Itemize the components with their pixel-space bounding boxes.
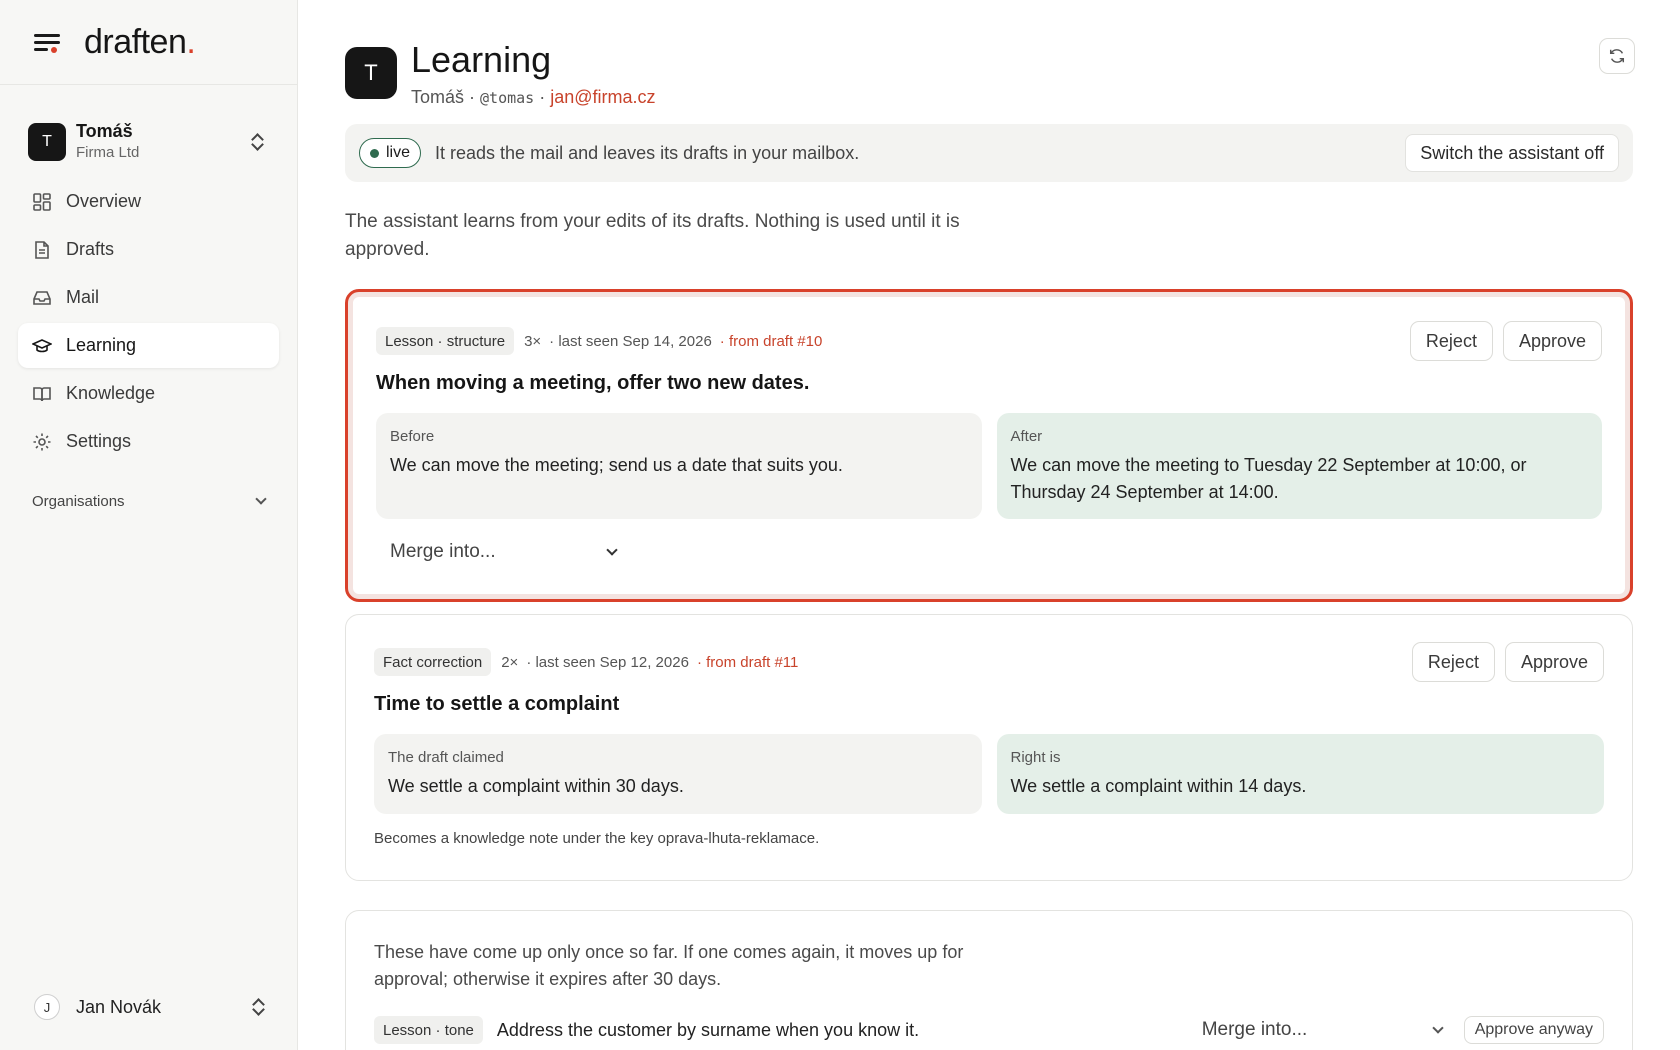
refresh-button[interactable] xyxy=(1599,38,1635,74)
status-text: It reads the mail and leaves its drafts … xyxy=(435,142,860,163)
chevron-up-down-icon xyxy=(247,130,267,154)
assistant-status-bar: live It reads the mail and leaves its dr… xyxy=(345,124,1633,182)
account-avatar: T xyxy=(28,123,66,161)
menu-icon[interactable] xyxy=(34,31,60,53)
chevron-down-icon xyxy=(606,544,618,556)
sidebar: draften. T Tomáš Firma Ltd Overview Draf… xyxy=(0,0,298,1050)
lesson-tag: Lesson · tone xyxy=(374,1016,483,1044)
chevron-down-icon xyxy=(1432,1022,1444,1034)
merge-into-label: Merge into... xyxy=(390,541,496,562)
organisations-label: Organisations xyxy=(32,492,125,510)
separator: · xyxy=(534,87,551,107)
chevron-up-down-icon xyxy=(248,995,268,1019)
logo[interactable]: draften. xyxy=(84,22,196,62)
logo-text: draften xyxy=(84,22,187,61)
reject-button[interactable]: Reject xyxy=(1409,321,1493,361)
main-content: T Learning Tomáš · @tomas · jan@firma.cz… xyxy=(345,0,1635,1050)
graduation-cap-icon xyxy=(32,336,52,356)
account-name: Tomáš xyxy=(76,121,133,141)
sidebar-item-learning[interactable]: Learning xyxy=(18,323,279,368)
draft-claimed-text: We settle a complaint within 30 days. xyxy=(388,776,684,796)
sidebar-item-label: Mail xyxy=(66,287,100,307)
lesson-card: Lesson · structure 3× · last seen Sep 14… xyxy=(345,289,1633,602)
gear-icon xyxy=(32,432,52,452)
right-is-label: Right is xyxy=(1010,749,1061,766)
chevron-down-icon xyxy=(255,493,267,505)
status-badge: live xyxy=(359,138,422,168)
document-icon xyxy=(32,240,52,260)
right-is-panel: Right is We settle a complaint within 14… xyxy=(996,734,1604,814)
brand-bar: draften. xyxy=(0,0,297,85)
sidebar-item-label: Settings xyxy=(66,431,132,451)
occurrence-count: 2× xyxy=(501,653,519,671)
profile-line: Tomáš · @tomas · jan@firma.cz xyxy=(411,86,656,109)
source-draft-link[interactable]: · from draft #11 xyxy=(697,654,798,671)
last-seen: · last seen Sep 14, 2026 xyxy=(549,332,712,350)
inbox-icon xyxy=(32,288,52,308)
after-text: We can move the meeting to Tuesday 22 Se… xyxy=(1010,455,1527,502)
page-header: T Learning Tomáš · @tomas · jan@firma.cz xyxy=(345,40,656,110)
sidebar-item-knowledge[interactable]: Knowledge xyxy=(18,371,279,416)
profile-avatar: T xyxy=(345,47,397,99)
source-draft-link[interactable]: · from draft #10 xyxy=(720,333,823,350)
merge-into-label: Merge into... xyxy=(1201,1019,1308,1040)
merge-into-select[interactable]: Merge into... xyxy=(376,533,636,571)
knowledge-note-text: Becomes a knowledge note under the key o… xyxy=(374,830,820,847)
profile-email[interactable]: jan@firma.cz xyxy=(550,87,655,107)
switch-assistant-off-button[interactable]: Switch the assistant off xyxy=(1405,134,1619,172)
after-panel: After We can move the meeting to Tuesday… xyxy=(996,413,1602,519)
pending-lessons-card: These have come up only once so far. If … xyxy=(345,910,1633,1050)
refresh-icon xyxy=(1609,49,1625,63)
sidebar-item-label: Learning xyxy=(66,335,137,355)
lesson-tag: Fact correction xyxy=(374,648,492,676)
approve-button[interactable]: Approve xyxy=(1504,642,1604,682)
grid-icon xyxy=(32,192,52,212)
sidebar-item-label: Drafts xyxy=(66,239,115,259)
approve-anyway-button[interactable]: Approve anyway xyxy=(1463,1016,1604,1044)
profile-handle: @tomas xyxy=(480,89,535,107)
draft-claimed-panel: The draft claimed We settle a complaint … xyxy=(374,734,982,814)
logo-dot: . xyxy=(186,22,196,61)
separator: · xyxy=(464,87,481,107)
status-badge-label: live xyxy=(386,144,411,161)
user-avatar: J xyxy=(34,994,60,1020)
merge-into-select[interactable]: Merge into... xyxy=(1201,1019,1444,1041)
user-switcher[interactable]: J Jan Novák xyxy=(18,984,280,1030)
profile-name: Tomáš xyxy=(411,87,465,107)
lesson-title: When moving a meeting, offer two new dat… xyxy=(376,372,810,394)
user-name: Jan Novák xyxy=(76,996,162,1017)
lesson-text: Address the customer by surname when you… xyxy=(496,1019,920,1040)
lesson-title: Time to settle a complaint xyxy=(374,693,620,715)
sidebar-item-overview[interactable]: Overview xyxy=(18,179,279,224)
last-seen: · last seen Sep 12, 2026 xyxy=(526,653,689,671)
sidebar-item-label: Knowledge xyxy=(66,383,156,403)
organisations-toggle[interactable]: Organisations xyxy=(18,486,279,516)
book-icon xyxy=(32,384,52,404)
pending-lessons-text: These have come up only once so far. If … xyxy=(374,942,964,989)
approve-button[interactable]: Approve xyxy=(1502,321,1602,361)
before-panel: Before We can move the meeting; send us … xyxy=(376,413,982,519)
page-title: Learning xyxy=(411,39,552,80)
fact-correction-card: Fact correction 2× · last seen Sep 12, 2… xyxy=(345,614,1633,881)
list-item: Lesson · tone Address the customer by su… xyxy=(374,1013,1604,1047)
sidebar-nav: Overview Drafts Mail Learning Knowledge xyxy=(0,179,297,464)
after-label: After xyxy=(1010,428,1043,445)
account-switcher[interactable]: T Tomáš Firma Ltd xyxy=(18,113,279,171)
before-label: Before xyxy=(390,428,435,445)
intro-text: The assistant learns from your edits of … xyxy=(345,211,960,260)
sidebar-item-drafts[interactable]: Drafts xyxy=(18,227,279,272)
lesson-tag: Lesson · structure xyxy=(376,327,515,355)
reject-button[interactable]: Reject xyxy=(1411,642,1495,682)
sidebar-item-mail[interactable]: Mail xyxy=(18,275,279,320)
live-dot-icon xyxy=(370,148,379,158)
right-is-text: We settle a complaint within 14 days. xyxy=(1010,776,1307,796)
before-text: We can move the meeting; send us a date … xyxy=(390,455,843,475)
sidebar-item-label: Overview xyxy=(66,191,142,211)
account-org: Firma Ltd xyxy=(76,144,140,161)
draft-claimed-label: The draft claimed xyxy=(388,749,504,766)
occurrence-count: 3× xyxy=(524,332,542,350)
sidebar-item-settings[interactable]: Settings xyxy=(18,419,279,464)
